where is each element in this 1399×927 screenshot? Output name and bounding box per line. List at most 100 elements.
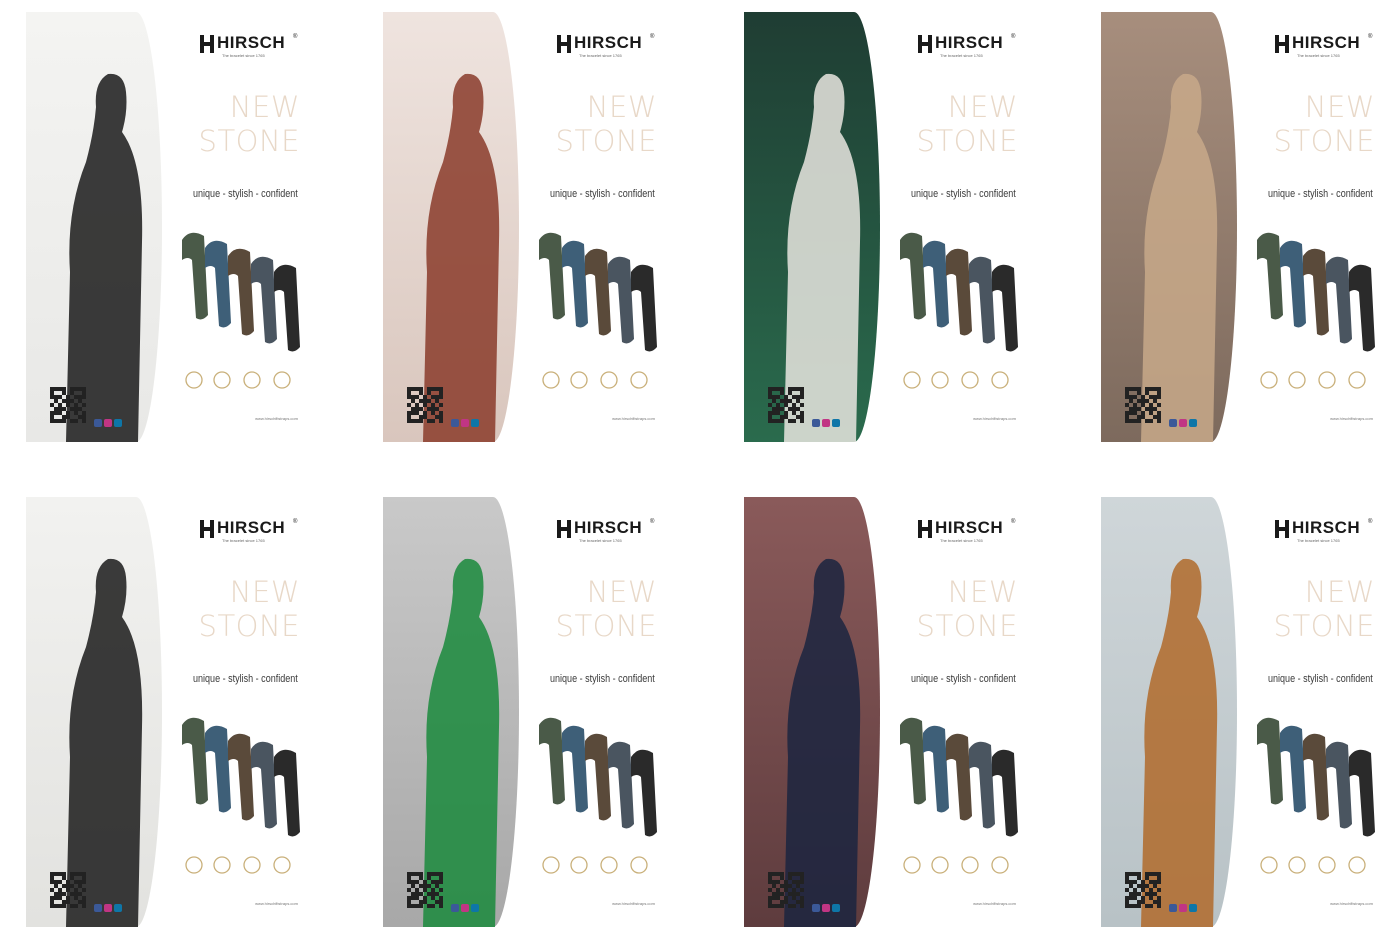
hirsch-banner-2[interactable]: HIRSCH ® The bracelet since 1765 NEW STO… <box>383 12 667 442</box>
facebook-icon[interactable] <box>451 419 459 427</box>
feature-badge-icon <box>630 371 648 389</box>
headline-line1: NEW <box>586 575 657 609</box>
registered-mark: ® <box>650 519 655 525</box>
headline: NEW STONE <box>1274 90 1375 158</box>
instagram-icon[interactable] <box>104 904 112 912</box>
website-url[interactable]: www.hirschfitstraps.com <box>612 416 655 421</box>
linkedin-icon[interactable] <box>114 904 122 912</box>
facebook-icon[interactable] <box>1169 419 1177 427</box>
qr-code[interactable] <box>1125 872 1161 908</box>
strap-5 <box>1349 264 1375 352</box>
registered-mark: ® <box>293 34 298 40</box>
website-url[interactable]: www.hirschfitstraps.com <box>612 901 655 906</box>
website-url[interactable]: www.hirschfitstraps.com <box>1330 901 1373 906</box>
strap-2 <box>923 725 949 813</box>
website-url[interactable]: www.hirschfitstraps.com <box>255 901 298 906</box>
strap-3 <box>585 248 611 336</box>
strap-3 <box>1303 248 1329 336</box>
website-url[interactable]: www.hirschfitstraps.com <box>1330 416 1373 421</box>
hirsch-banner-4[interactable]: HIRSCH ® The bracelet since 1765 NEW STO… <box>1101 12 1385 442</box>
linkedin-icon[interactable] <box>114 419 122 427</box>
linkedin-icon[interactable] <box>1189 419 1197 427</box>
website-url[interactable]: www.hirschfitstraps.com <box>973 901 1016 906</box>
feature-badges <box>894 368 1024 394</box>
lifestyle-photo <box>744 497 880 927</box>
feature-badge-icon <box>1318 371 1336 389</box>
facebook-icon[interactable] <box>812 904 820 912</box>
qr-code[interactable] <box>50 387 86 423</box>
linkedin-icon[interactable] <box>471 419 479 427</box>
slogan: unique - stylish - confident <box>911 188 1016 200</box>
feature-badge-icon <box>961 371 979 389</box>
hirsch-logo: HIRSCH ® The bracelet since 1765 <box>1275 518 1375 543</box>
headline-line1: NEW <box>229 90 300 124</box>
strap-2 <box>923 240 949 328</box>
instagram-icon[interactable] <box>461 419 469 427</box>
qr-code[interactable] <box>407 872 443 908</box>
registered-mark: ® <box>1011 34 1016 40</box>
lifestyle-photo <box>383 497 519 927</box>
strap-5 <box>274 264 300 352</box>
instagram-icon[interactable] <box>461 904 469 912</box>
headline-line2: STONE <box>1273 124 1375 158</box>
brand-tagline: The bracelet since 1765 <box>222 538 265 543</box>
hirsch-banner-7[interactable]: HIRSCH ® The bracelet since 1765 NEW STO… <box>744 497 1028 927</box>
feature-badge-icon <box>542 371 560 389</box>
hirsch-logo: HIRSCH ® The bracelet since 1765 <box>1275 33 1375 58</box>
qr-code[interactable] <box>407 387 443 423</box>
facebook-icon[interactable] <box>451 904 459 912</box>
headline-line1: NEW <box>1304 575 1375 609</box>
strap-lineup-image <box>176 711 306 841</box>
strap-1 <box>1257 232 1283 320</box>
linkedin-icon[interactable] <box>832 904 840 912</box>
hirsch-banner-3[interactable]: HIRSCH ® The bracelet since 1765 NEW STO… <box>744 12 1028 442</box>
brand-name: HIRSCH <box>1292 33 1361 52</box>
qr-code[interactable] <box>50 872 86 908</box>
brand-name: HIRSCH <box>935 33 1004 52</box>
website-url[interactable]: www.hirschfitstraps.com <box>973 416 1016 421</box>
feature-badges <box>533 853 663 879</box>
facebook-icon[interactable] <box>1169 904 1177 912</box>
social-icons <box>1169 899 1209 912</box>
headline-line2: STONE <box>198 124 300 158</box>
facebook-icon[interactable] <box>812 419 820 427</box>
hirsch-banner-6[interactable]: HIRSCH ® The bracelet since 1765 NEW STO… <box>383 497 667 927</box>
headline-line2: STONE <box>1273 609 1375 643</box>
lifestyle-photo <box>1101 12 1237 442</box>
instagram-icon[interactable] <box>1179 419 1187 427</box>
website-url[interactable]: www.hirschfitstraps.com <box>255 416 298 421</box>
linkedin-icon[interactable] <box>471 904 479 912</box>
strap-4 <box>251 741 277 829</box>
brand-tagline: The bracelet since 1765 <box>579 538 622 543</box>
facebook-icon[interactable] <box>94 904 102 912</box>
strap-2 <box>562 725 588 813</box>
strap-lineup-image <box>894 711 1024 841</box>
instagram-icon[interactable] <box>1179 904 1187 912</box>
lifestyle-photo <box>1101 497 1237 927</box>
hirsch-banner-1[interactable]: HIRSCH ® The bracelet since 1765 NEW STO… <box>26 12 310 442</box>
feature-badge-icon <box>961 856 979 874</box>
social-icons <box>1169 414 1209 427</box>
headline-line1: NEW <box>1304 90 1375 124</box>
qr-code[interactable] <box>1125 387 1161 423</box>
hirsch-banner-8[interactable]: HIRSCH ® The bracelet since 1765 NEW STO… <box>1101 497 1385 927</box>
brand-tagline: The bracelet since 1765 <box>579 53 622 58</box>
hirsch-banner-5[interactable]: HIRSCH ® The bracelet since 1765 NEW STO… <box>26 497 310 927</box>
headline-line2: STONE <box>916 124 1018 158</box>
facebook-icon[interactable] <box>94 419 102 427</box>
hirsch-logo: HIRSCH ® The bracelet since 1765 <box>918 518 1018 543</box>
instagram-icon[interactable] <box>104 419 112 427</box>
strap-3 <box>585 733 611 821</box>
instagram-icon[interactable] <box>822 904 830 912</box>
strap-5 <box>992 749 1018 837</box>
linkedin-icon[interactable] <box>832 419 840 427</box>
feature-badge-icon <box>903 371 921 389</box>
qr-code[interactable] <box>768 387 804 423</box>
linkedin-icon[interactable] <box>1189 904 1197 912</box>
lifestyle-photo <box>744 12 880 442</box>
qr-code[interactable] <box>768 872 804 908</box>
feature-badge-icon <box>213 371 231 389</box>
instagram-icon[interactable] <box>822 419 830 427</box>
feature-badge-icon <box>243 371 261 389</box>
feature-badge-icon <box>1260 856 1278 874</box>
